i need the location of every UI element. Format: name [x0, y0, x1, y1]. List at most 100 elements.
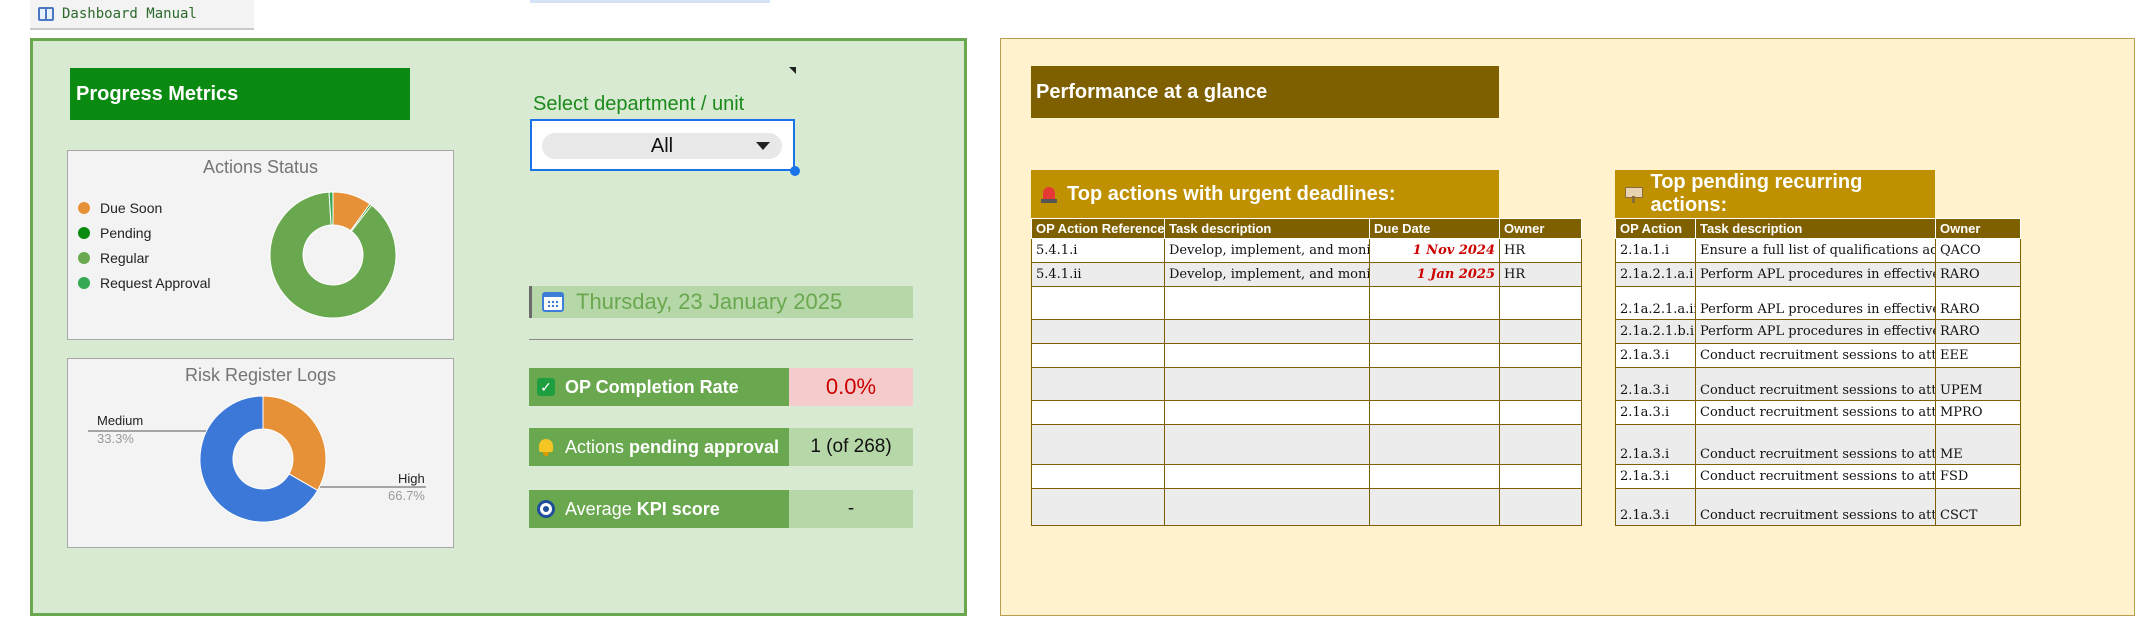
- performance-title: Performance at a glance: [1031, 66, 1499, 118]
- table-cell[interactable]: [1369, 286, 1500, 320]
- table-cell[interactable]: [1369, 400, 1500, 425]
- sheet-tab-dashboard-manual[interactable]: Dashboard Manual: [30, 0, 254, 30]
- table-row: 2.1a.3.i Conduct recruitment sessions to …: [1615, 464, 2021, 489]
- table-cell[interactable]: RARO: [1935, 319, 2021, 344]
- siren-icon: [1041, 185, 1057, 203]
- table-cell[interactable]: [1499, 464, 1582, 489]
- urgent-actions-table: OP Action Reference Task description Due D…: [1031, 218, 1582, 526]
- table-cell[interactable]: [1499, 343, 1582, 368]
- recurring-actions-title-bar: Top pending recurring actions:: [1615, 170, 1935, 218]
- table-cell[interactable]: 2.1a.2.1.b.i: [1615, 319, 1696, 344]
- table-cell[interactable]: [1031, 319, 1165, 344]
- table-cell[interactable]: [1164, 424, 1370, 465]
- table-cell[interactable]: Conduct recruitment sessions to attr: [1695, 400, 1936, 425]
- risk-register-chart[interactable]: Risk Register Logs Medium 33.3% High 66.…: [67, 358, 454, 548]
- table-cell[interactable]: Perform APL procedures in effective: [1695, 319, 1936, 344]
- table-cell[interactable]: CSCT: [1935, 488, 2021, 526]
- table-cell[interactable]: 2.1a.3.i: [1615, 488, 1696, 526]
- book-icon: [38, 7, 54, 21]
- table-cell[interactable]: HR: [1499, 238, 1582, 263]
- table-cell[interactable]: [1369, 424, 1500, 465]
- recurring-actions-title: Top pending recurring actions:: [1650, 171, 1863, 216]
- table-cell[interactable]: QACO: [1935, 238, 2021, 263]
- table-cell[interactable]: [1031, 367, 1165, 401]
- table-cell[interactable]: [1031, 424, 1165, 465]
- table-cell[interactable]: [1164, 343, 1370, 368]
- table-cell[interactable]: 2.1a.3.i: [1615, 343, 1696, 368]
- slice-pct-high: 66.7%: [388, 488, 425, 503]
- table-cell[interactable]: Conduct recruitment sessions to attr: [1695, 424, 1936, 465]
- table-cell[interactable]: Ensure a full list of qualifications add: [1695, 238, 1936, 263]
- performance-panel: Performance at a glance Top actions with…: [1000, 38, 2135, 616]
- slice-label-high: High: [398, 471, 425, 486]
- sheet-tab-label: Dashboard Manual: [62, 6, 197, 22]
- table-cell[interactable]: [1369, 488, 1500, 526]
- table-cell[interactable]: EEE: [1935, 343, 2021, 368]
- table-cell[interactable]: ME: [1935, 424, 2021, 465]
- actions-status-chart[interactable]: Actions Status Due Soon Pending Regular …: [67, 150, 454, 340]
- table-cell[interactable]: [1031, 400, 1165, 425]
- table-cell[interactable]: Perform APL procedures in effective: [1695, 286, 1936, 320]
- calendar-icon: [542, 292, 564, 312]
- table-cell[interactable]: 2.1a.3.i: [1615, 464, 1696, 489]
- table-cell[interactable]: 2.1a.2.1.a.i: [1615, 262, 1696, 287]
- column-header: Owner: [1935, 218, 2021, 239]
- table-cell[interactable]: [1164, 488, 1370, 526]
- table-row: [1031, 424, 1582, 465]
- table-cell[interactable]: 1 Nov 2024: [1369, 238, 1500, 263]
- table-cell[interactable]: [1369, 464, 1500, 489]
- table-cell[interactable]: MPRO: [1935, 400, 2021, 425]
- table-cell[interactable]: [1369, 367, 1500, 401]
- table-cell[interactable]: 5.4.1.i: [1031, 238, 1165, 263]
- table-cell[interactable]: [1164, 464, 1370, 489]
- table-cell[interactable]: 2.1a.3.i: [1615, 400, 1696, 425]
- table-cell[interactable]: RARO: [1935, 262, 2021, 287]
- table-cell[interactable]: Develop, implement, and monit: [1164, 238, 1370, 263]
- table-cell[interactable]: 2.1a.3.i: [1615, 424, 1696, 465]
- table-cell[interactable]: [1499, 488, 1582, 526]
- department-select[interactable]: All: [530, 119, 795, 171]
- table-cell[interactable]: HR: [1499, 262, 1582, 287]
- table-cell[interactable]: Conduct recruitment sessions to attr: [1695, 367, 1936, 401]
- table-cell[interactable]: [1499, 319, 1582, 344]
- table-cell[interactable]: FSD: [1935, 464, 2021, 489]
- table-cell[interactable]: [1499, 400, 1582, 425]
- table-cell[interactable]: [1369, 319, 1500, 344]
- table-cell[interactable]: [1031, 286, 1165, 320]
- table-row: [1031, 400, 1582, 425]
- column-header: Task description: [1695, 218, 1936, 239]
- table-cell[interactable]: Conduct recruitment sessions to attr: [1695, 343, 1936, 368]
- table-cell[interactable]: [1164, 319, 1370, 344]
- table-cell[interactable]: [1031, 464, 1165, 489]
- table-cell[interactable]: Conduct recruitment sessions to attr: [1695, 488, 1936, 526]
- column-header: Owner: [1499, 218, 1582, 239]
- table-cell[interactable]: 2.1a.3.i: [1615, 367, 1696, 401]
- table-cell[interactable]: [1164, 367, 1370, 401]
- table-cell[interactable]: [1499, 286, 1582, 320]
- table-cell[interactable]: [1499, 424, 1582, 465]
- current-date-row: Thursday, 23 January 2025: [529, 286, 913, 318]
- department-label: Select department / unit: [533, 93, 745, 115]
- table-cell[interactable]: 2.1a.1.i: [1615, 238, 1696, 263]
- table-cell[interactable]: [1164, 400, 1370, 425]
- table-row: 2.1a.2.1.a.i Perform APL procedures in ef…: [1615, 262, 2021, 287]
- table-cell[interactable]: [1031, 343, 1165, 368]
- table-cell[interactable]: [1369, 343, 1500, 368]
- department-dropdown[interactable]: All: [542, 133, 782, 159]
- table-cell[interactable]: [1031, 488, 1165, 526]
- table-cell[interactable]: Conduct recruitment sessions to attr: [1695, 464, 1936, 489]
- bell-icon: [537, 438, 555, 456]
- table-cell[interactable]: Perform APL procedures in effective: [1695, 262, 1936, 287]
- metric-label-row: ✓ OP Completion Rate: [529, 368, 789, 406]
- table-cell[interactable]: 2.1a.2.1.a.ii: [1615, 286, 1696, 320]
- table-cell[interactable]: 1 Jan 2025: [1369, 262, 1500, 287]
- table-cell[interactable]: [1499, 367, 1582, 401]
- table-cell[interactable]: 5.4.1.ii: [1031, 262, 1165, 287]
- pie-slice-medium[interactable]: [262, 395, 327, 492]
- table-cell[interactable]: [1164, 286, 1370, 320]
- chevron-down-icon[interactable]: [756, 142, 770, 150]
- table-cell[interactable]: Develop, implement, and monit: [1164, 262, 1370, 287]
- selection-handle[interactable]: [790, 166, 800, 176]
- table-cell[interactable]: RARO: [1935, 286, 2021, 320]
- table-cell[interactable]: UPEM: [1935, 367, 2021, 401]
